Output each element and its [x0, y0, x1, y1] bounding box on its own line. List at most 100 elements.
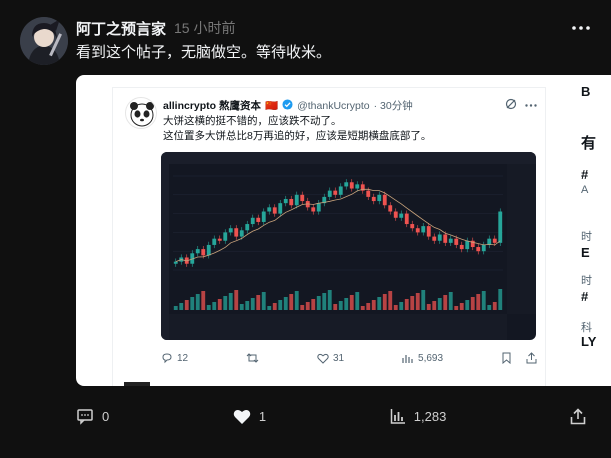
- candle-body: [476, 247, 481, 252]
- tweet-text-line-2: 这位置多大饼总比8万再追的好，应该是短期横盘底部了。: [163, 130, 432, 142]
- avatar[interactable]: [20, 17, 68, 65]
- volume-bar: [245, 301, 250, 310]
- tweet-view-count: 5,693: [418, 352, 444, 364]
- candle-body: [201, 249, 206, 256]
- volume-bar: [481, 291, 486, 310]
- candle-body: [388, 205, 393, 212]
- chart-grid: [173, 175, 503, 271]
- volume-bar: [173, 306, 178, 310]
- tweet-retweet: [246, 352, 259, 364]
- side-text-7: 时: [581, 275, 592, 287]
- thread-post: 阿丁之预言家 15 小时前 看到这个帖子，无脑做空。等待收米。 allincry…: [0, 0, 611, 458]
- candle-body: [195, 249, 200, 254]
- share-button[interactable]: [570, 407, 586, 425]
- volume-bar: [421, 290, 426, 310]
- share-icon: [570, 407, 586, 424]
- post-header: 阿丁之预言家 15 小时前: [76, 18, 235, 38]
- tweet-text-line-1: 大饼这横的挺不错的，应该跌不动了。: [163, 115, 342, 127]
- volume-bar: [261, 292, 266, 310]
- candle-body: [338, 186, 343, 195]
- candle-body: [410, 224, 415, 229]
- volume-bar: [195, 294, 200, 310]
- heart-icon: [233, 409, 251, 424]
- candle-body: [349, 182, 354, 189]
- comment-button[interactable]: 0: [76, 407, 109, 425]
- volume-bar: [338, 301, 343, 310]
- grok-icon: [505, 98, 517, 113]
- post-image[interactable]: allincrypto 熬鹰资本 🇨🇳 @thankUcrypto · 30分钟…: [76, 75, 587, 386]
- candle-body: [239, 230, 244, 237]
- candle-body: [443, 234, 448, 243]
- candle-body: [327, 190, 332, 197]
- volume-bar: [278, 300, 283, 310]
- side-text-9: 科: [581, 322, 592, 334]
- chart-left-toolbar: [161, 164, 169, 340]
- volume-bar: [476, 294, 481, 310]
- volume-bar: [184, 300, 189, 310]
- candle-body: [415, 228, 420, 233]
- tweet-time: · 30分钟: [373, 100, 413, 112]
- candle-body: [366, 190, 371, 197]
- candle-body: [487, 238, 492, 245]
- volume-bar: [228, 293, 233, 310]
- candle-body: [316, 203, 321, 212]
- more-options-button[interactable]: [571, 18, 591, 38]
- author-name[interactable]: 阿丁之预言家: [76, 18, 166, 39]
- views-button[interactable]: 1,283: [390, 408, 447, 424]
- comment-icon: [77, 409, 93, 425]
- chart-bottom-panel: [169, 314, 507, 340]
- views-icon: [390, 409, 405, 424]
- flag-icon: 🇨🇳: [265, 100, 279, 112]
- tweet-avatar: [125, 97, 157, 129]
- volume-bar: [300, 305, 305, 310]
- moving-average-line: [175, 188, 501, 262]
- post-text: 看到这个帖子，无脑做空。等待收米。: [76, 44, 332, 61]
- candle-body: [217, 238, 222, 241]
- volume-bar: [443, 295, 448, 310]
- side-text-10: LY: [581, 334, 597, 349]
- volume-bar: [393, 305, 398, 310]
- candle-body: [393, 211, 398, 218]
- volume-bar: [305, 302, 310, 310]
- candle-body: [448, 238, 453, 243]
- side-text-8: #: [581, 289, 589, 304]
- candle-body: [399, 213, 404, 218]
- volume-bar: [382, 294, 387, 310]
- view-count: 1,283: [413, 408, 447, 424]
- retweet-icon: [246, 353, 259, 363]
- more-icon: [572, 26, 590, 30]
- candle-body: [267, 207, 272, 212]
- volume-bar: [377, 297, 382, 310]
- candle-body: [234, 228, 239, 237]
- volume-bar: [487, 305, 492, 310]
- candle-body: [371, 196, 376, 202]
- candle-body: [344, 182, 349, 187]
- quoted-tweet-card: allincrypto 熬鹰资本 🇨🇳 @thankUcrypto · 30分钟…: [112, 87, 546, 386]
- candle-body: [250, 217, 255, 225]
- volume-bar: [366, 303, 371, 310]
- like-button[interactable]: 1: [233, 408, 266, 425]
- tweet-text: 大饼这横的挺不错的，应该跌不动了。 这位置多大饼总比8万再追的好，应该是短期横盘…: [163, 114, 431, 144]
- candle-body: [426, 226, 431, 237]
- candle-body: [465, 240, 470, 250]
- candle-body: [278, 203, 283, 214]
- candle-body: [272, 207, 277, 214]
- views-icon: [402, 354, 413, 363]
- volume-bar: [360, 306, 365, 310]
- heart-icon: [317, 353, 329, 364]
- volume-bar: [415, 293, 420, 310]
- candle-body: [206, 244, 211, 256]
- volume-bar: [437, 298, 442, 310]
- side-text-5: 时: [581, 231, 592, 243]
- volume-bar: [432, 301, 437, 310]
- volume-bar: [217, 299, 222, 310]
- price-chart: [161, 152, 536, 340]
- volume-bar: [311, 299, 316, 310]
- candle-body: [404, 213, 409, 225]
- side-panel-crop: B 有 # A 时 E 时 # 科 LY: [564, 75, 611, 386]
- candle-body: [223, 232, 228, 241]
- next-tweet-edge: [124, 382, 150, 386]
- volume-bar: [426, 304, 431, 310]
- side-text-4: A: [581, 184, 589, 196]
- volume-bar: [239, 304, 244, 310]
